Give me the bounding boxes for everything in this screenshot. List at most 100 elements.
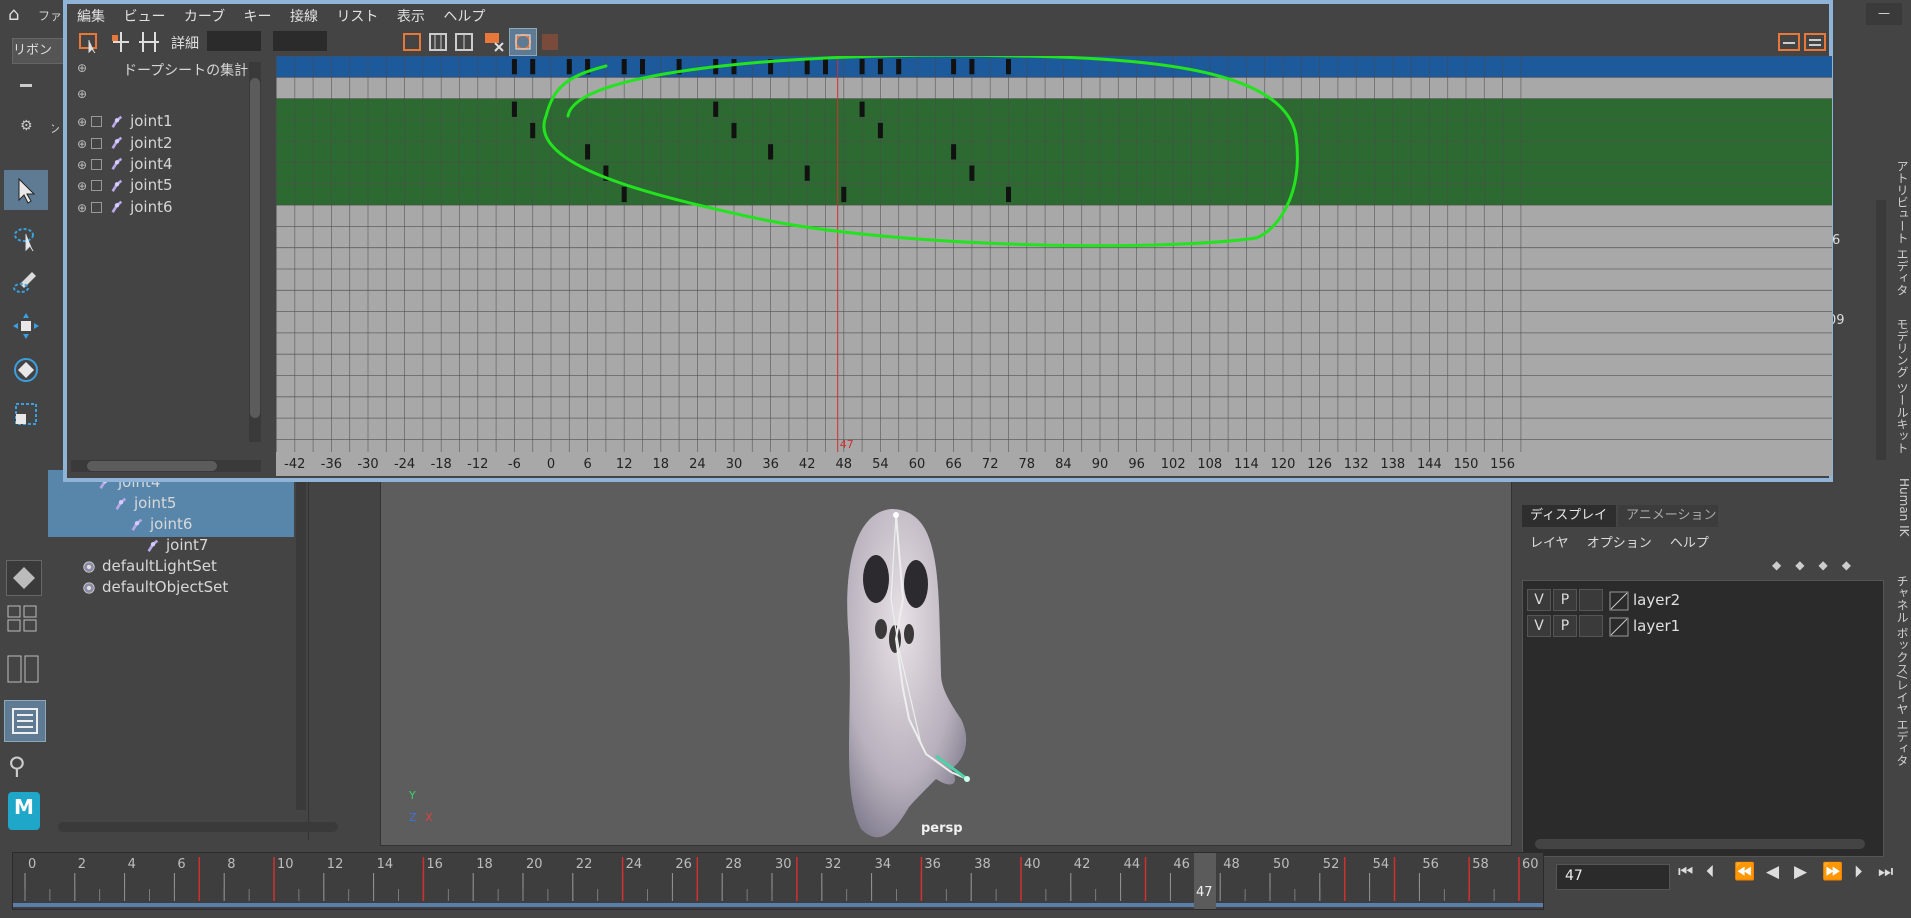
- viewport[interactable]: persp Y X Z: [380, 478, 1512, 846]
- center-current-icon[interactable]: [453, 31, 475, 53]
- scale-tool-button[interactable]: [4, 394, 48, 434]
- ruler-tick-label: 126: [1307, 457, 1332, 472]
- time-slider[interactable]: 0 2 4 6 8 10 12 14 16 18 20 22 24 26 28 30 32 34 36 38 40 42 4…: [12, 852, 1544, 910]
- minimize-button[interactable]: —: [1866, 3, 1902, 25]
- home-icon[interactable]: ⌂: [8, 4, 19, 25]
- ds-menu-list[interactable]: リスト: [336, 6, 378, 26]
- ds-menu-edit[interactable]: 編集: [77, 6, 105, 26]
- detail-field-1[interactable]: [207, 31, 261, 51]
- joint-key: [585, 144, 591, 160]
- expand-icon[interactable]: ⊕: [77, 158, 87, 172]
- frame-playback-icon[interactable]: [427, 31, 449, 53]
- side-tab-human-ik[interactable]: Human IK: [1893, 478, 1911, 537]
- gear-icon[interactable]: ⚙: [20, 118, 33, 134]
- ds-menu-view[interactable]: ビュー: [123, 6, 165, 26]
- ds-menu-help[interactable]: ヘルプ: [443, 6, 485, 26]
- new-layer-icon[interactable]: ◆: [1818, 558, 1841, 572]
- paint-tool-button[interactable]: [4, 262, 48, 302]
- collapse-box-icon[interactable]: [91, 201, 103, 213]
- prev-key-icon[interactable]: ⏪: [1734, 862, 1755, 882]
- play-backward-icon[interactable]: ◀: [1766, 862, 1779, 882]
- panel-option-icon-1[interactable]: [1777, 31, 1801, 53]
- collapse-box-icon[interactable]: [91, 180, 103, 192]
- display-type-toggle[interactable]: [1579, 589, 1603, 611]
- ribbon-toggle[interactable]: リボン: [12, 38, 64, 64]
- layer-color-icon[interactable]: [1609, 591, 1629, 611]
- lasso-tool-button[interactable]: [4, 218, 48, 258]
- collapse-box-icon[interactable]: [91, 116, 103, 128]
- expand-icon[interactable]: ⊕: [77, 137, 87, 151]
- layer-row[interactable]: V Player1: [1527, 615, 1877, 639]
- layout-single-button[interactable]: [6, 560, 42, 596]
- move-tool-button[interactable]: [4, 306, 48, 346]
- visibility-toggle[interactable]: V: [1527, 589, 1551, 611]
- layer-menu-help[interactable]: ヘルプ: [1670, 532, 1709, 551]
- outliner-hscroll[interactable]: [58, 822, 338, 832]
- buffer-icon[interactable]: [539, 31, 561, 53]
- dopesheet-outliner-vscroll[interactable]: [249, 62, 261, 442]
- ds-menu-tangent[interactable]: 接線: [290, 6, 318, 26]
- visibility-toggle[interactable]: V: [1527, 615, 1551, 637]
- go-to-start-icon[interactable]: ⏮: [1678, 862, 1693, 882]
- go-to-end-icon[interactable]: ⏭: [1878, 862, 1893, 882]
- step-back-key-icon[interactable]: ⏴: [1706, 862, 1715, 882]
- ds-menu-key[interactable]: キー: [244, 6, 272, 26]
- outliner-item[interactable]: defaultObjectSet: [48, 575, 294, 600]
- panel-option-icon-2[interactable]: [1803, 31, 1827, 53]
- layer-menu-options[interactable]: オプション: [1587, 532, 1652, 551]
- dopesheet-graph[interactable]: -42 -36 -30 -24 -18 -12 -6 0 6 12 18 24 30 36 42 48 54 60…: [276, 56, 1832, 476]
- timeline-tick-label: 14: [377, 857, 394, 872]
- playback-toggle[interactable]: P: [1553, 589, 1577, 611]
- collapse-box-icon[interactable]: [91, 137, 103, 149]
- delete-key-icon[interactable]: [483, 31, 505, 53]
- select-tool-button[interactable]: [4, 170, 48, 210]
- summary-expand-icon[interactable]: ⊕: [77, 61, 87, 75]
- ds-menu-display[interactable]: 表示: [397, 6, 425, 26]
- new-layer-selected-icon[interactable]: ◆: [1842, 558, 1865, 572]
- layer-menu-layer[interactable]: レイヤ: [1530, 532, 1569, 551]
- collapse-box-icon[interactable]: [91, 158, 103, 170]
- frame-all-icon[interactable]: [401, 31, 423, 53]
- playback-toggle[interactable]: P: [1553, 615, 1577, 637]
- layer-hscroll[interactable]: [1535, 839, 1865, 849]
- next-key-icon[interactable]: ⏩: [1822, 862, 1843, 882]
- play-forward-icon[interactable]: ▶: [1794, 862, 1807, 882]
- key-select-tool-icon[interactable]: [77, 30, 103, 54]
- insert-key-icon[interactable]: [109, 30, 135, 54]
- tab-display[interactable]: ディスプレイ: [1522, 505, 1616, 527]
- expand-icon[interactable]: ⊕: [77, 201, 87, 215]
- graph-view-toggle[interactable]: [509, 28, 537, 56]
- outliner-layout-button[interactable]: [4, 700, 46, 742]
- display-type-toggle[interactable]: [1579, 615, 1603, 637]
- ghost-model[interactable]: [791, 489, 1051, 846]
- time-slider-ruler[interactable]: 0 2 4 6 8 10 12 14 16 18 20 22 24 26 28 30 32 34 36 38 40 42 4…: [13, 853, 1543, 909]
- side-tab-channel-box[interactable]: チャネル ボックス/レイヤ エディタ: [1893, 575, 1911, 767]
- blank-expand-icon[interactable]: ⊕: [77, 87, 87, 101]
- step-forward-icon[interactable]: ⏵: [1854, 862, 1863, 882]
- tab-animation[interactable]: アニメーション: [1618, 505, 1718, 527]
- side-tab-modeling-toolkit[interactable]: モデリング ツールキット: [1893, 318, 1911, 454]
- layer-row[interactable]: V Player2: [1527, 589, 1877, 613]
- detail-field-2[interactable]: [273, 31, 327, 51]
- rotate-tool-button[interactable]: [4, 350, 48, 390]
- current-frame-field[interactable]: 47: [1556, 864, 1670, 890]
- layout-four-button[interactable]: [6, 604, 40, 634]
- search-icon[interactable]: ⚲: [8, 752, 26, 780]
- scale-keys-icon[interactable]: [137, 30, 163, 54]
- layout-two-button[interactable]: [6, 654, 40, 684]
- move-layer-up-icon[interactable]: ◆: [1772, 558, 1795, 572]
- channel-scrollbar[interactable]: [1876, 200, 1886, 460]
- main-menu-file[interactable]: ファ: [38, 7, 62, 24]
- side-tab-attribute-editor[interactable]: アトリビュート エディタ: [1893, 160, 1911, 296]
- move-layer-down-icon[interactable]: ◆: [1795, 558, 1818, 572]
- outliner-scrollbar[interactable]: [296, 480, 306, 810]
- dopesheet-joint-row[interactable]: ⊕ joint6: [77, 194, 173, 220]
- ds-menu-curve[interactable]: カーブ: [184, 6, 225, 26]
- toolbox-minus[interactable]: [20, 84, 32, 87]
- layer-color-icon[interactable]: [1609, 617, 1629, 637]
- summary-label[interactable]: ドープシートの集計: [123, 60, 248, 80]
- dopesheet-outliner-hscroll[interactable]: [71, 460, 261, 472]
- ruler-tick-label: 108: [1197, 457, 1222, 472]
- expand-icon[interactable]: ⊕: [77, 179, 87, 193]
- expand-icon[interactable]: ⊕: [77, 115, 87, 129]
